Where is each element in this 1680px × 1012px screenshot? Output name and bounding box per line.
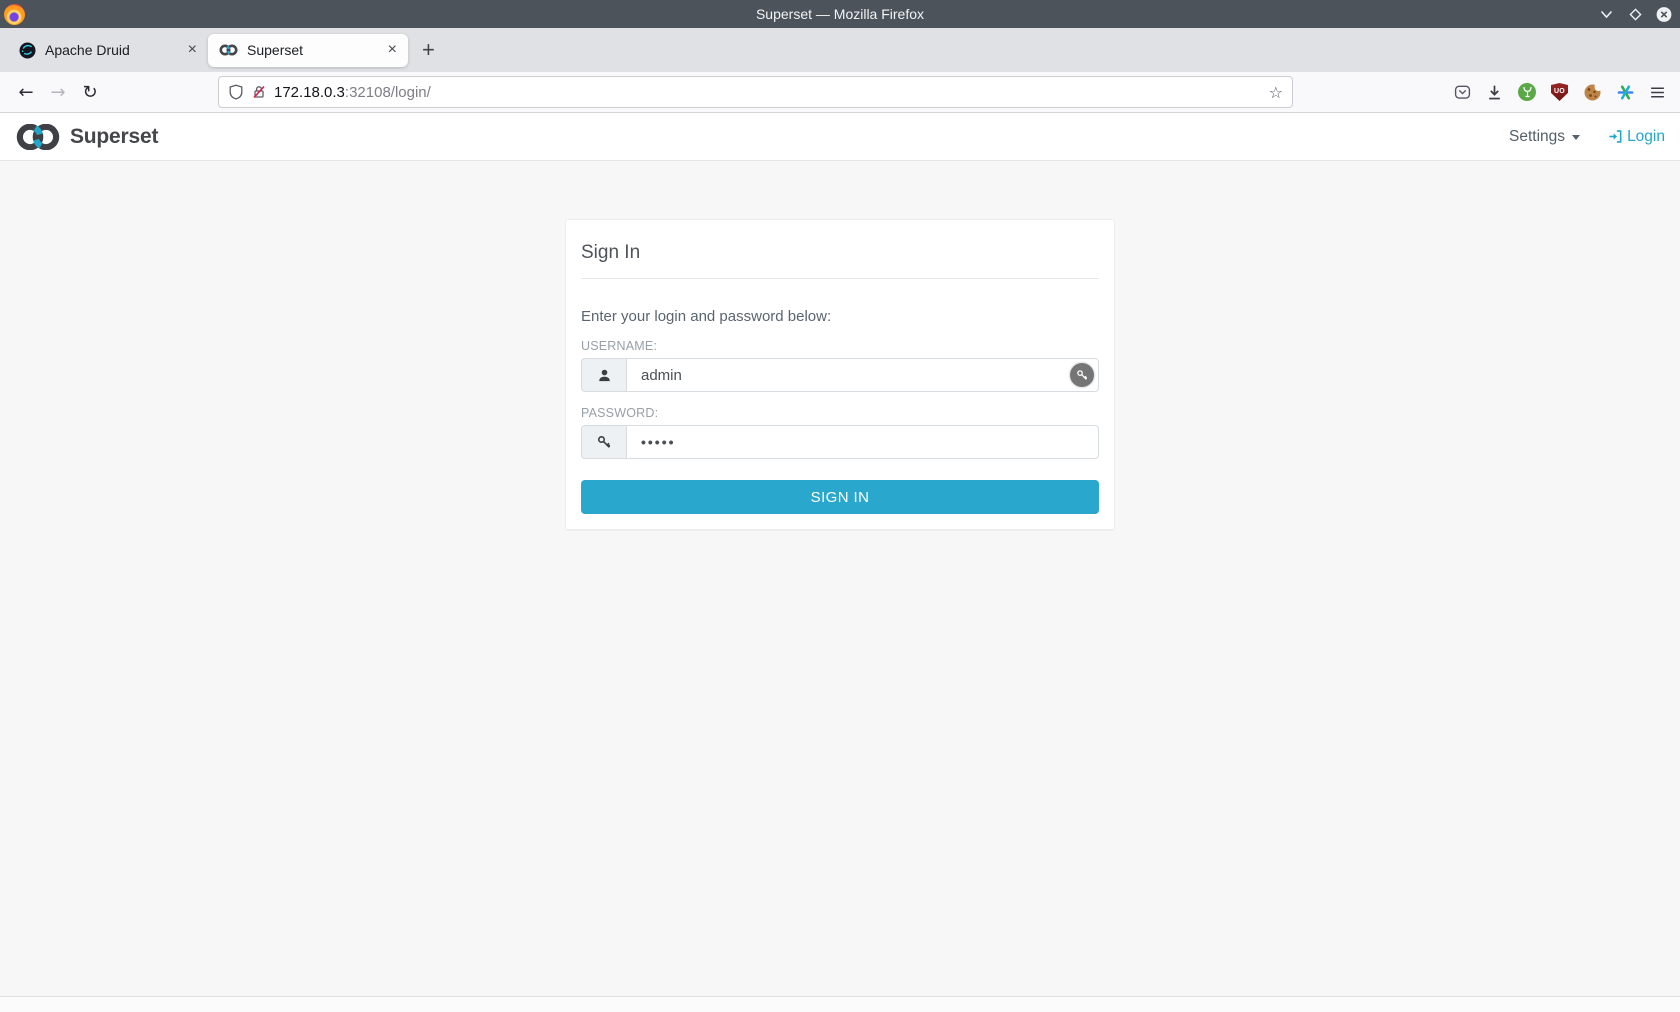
sign-in-button[interactable]: SIGN IN	[581, 480, 1099, 514]
tracking-shield-icon[interactable]	[228, 84, 244, 100]
reload-button[interactable]: ↻	[74, 77, 106, 107]
pocket-icon[interactable]	[1454, 84, 1471, 101]
tab-apache-druid[interactable]: Apache Druid ×	[8, 34, 208, 67]
menu-hamburger-icon[interactable]	[1649, 84, 1666, 101]
asterisk-extension-icon[interactable]	[1617, 84, 1634, 101]
brand-name: Superset	[70, 124, 159, 148]
close-button[interactable]	[1656, 6, 1672, 22]
login-link[interactable]: Login	[1608, 128, 1665, 146]
form-instructions: Enter your login and password below:	[581, 308, 832, 325]
tab-label: Apache Druid	[45, 42, 130, 58]
downloads-icon[interactable]	[1486, 84, 1503, 101]
sign-in-card: Sign In Enter your login and password be…	[565, 219, 1115, 530]
user-icon	[581, 358, 626, 392]
login-icon	[1609, 130, 1622, 143]
username-input[interactable]	[626, 358, 1099, 392]
druid-favicon	[19, 42, 36, 58]
minimize-button[interactable]	[1598, 6, 1614, 22]
tab-close-icon[interactable]: ×	[388, 42, 397, 58]
superset-infinity-icon	[16, 123, 60, 150]
url-host: 172.18.0.3	[274, 83, 345, 101]
window-title: Superset — Mozilla Firefox	[755, 6, 925, 22]
back-button[interactable]: ←	[10, 77, 42, 107]
ublock-badge-text: UO	[1553, 87, 1566, 95]
bookmark-star-icon[interactable]: ☆	[1269, 83, 1283, 102]
cookie-extension-icon[interactable]	[1583, 82, 1602, 102]
address-bar[interactable]: 172.18.0.3:32108/login/ ☆	[218, 76, 1293, 108]
window-titlebar: Superset — Mozilla Firefox	[0, 0, 1680, 28]
password-input[interactable]	[626, 425, 1099, 459]
toolbar-extensions: UO	[1454, 82, 1670, 102]
chevron-down-icon	[1600, 10, 1612, 18]
url-path: :32108/login/	[344, 83, 431, 101]
tab-label: Superset	[247, 42, 304, 58]
username-label: USERNAME:	[581, 339, 658, 353]
password-manager-key-icon[interactable]	[1070, 363, 1094, 387]
forward-button: →	[50, 81, 66, 103]
new-tab-button[interactable]: +	[422, 37, 435, 63]
key-icon	[581, 425, 626, 459]
navbar-right: Settings Login	[1509, 128, 1665, 146]
superset-favicon	[219, 44, 238, 56]
superset-navbar: Superset Settings Login	[0, 113, 1680, 161]
maximize-button[interactable]	[1627, 6, 1643, 22]
diamond-icon	[1628, 7, 1642, 21]
window-controls	[1598, 6, 1680, 22]
username-group	[581, 358, 1099, 392]
insecure-lock-icon[interactable]	[251, 84, 267, 100]
settings-label: Settings	[1509, 127, 1566, 145]
sign-in-title: Sign In	[581, 235, 1099, 279]
tab-superset[interactable]: Superset ×	[208, 33, 408, 67]
sign-in-form: Enter your login and password below: USE…	[581, 308, 1099, 514]
browser-toolbar: ← → ↻ 172.18.0.3:32108/login/ ☆ UO	[0, 72, 1680, 113]
close-icon	[1656, 6, 1672, 22]
settings-menu[interactable]: Settings	[1509, 127, 1581, 146]
superset-logo[interactable]: Superset	[15, 123, 159, 150]
url-text: 172.18.0.3:32108/login/	[274, 84, 431, 101]
login-label: Login	[1627, 127, 1665, 145]
tab-close-icon[interactable]: ×	[188, 42, 197, 58]
page-body: Sign In Enter your login and password be…	[0, 161, 1680, 1012]
password-group	[581, 425, 1099, 459]
caret-down-icon	[1572, 135, 1581, 140]
privacy-extension-icon[interactable]	[1518, 83, 1536, 101]
password-label: PASSWORD:	[581, 406, 659, 420]
ublock-origin-icon[interactable]: UO	[1551, 83, 1568, 101]
page-footer	[0, 996, 1680, 1012]
tab-strip: Apache Druid × Superset × +	[0, 28, 1680, 72]
